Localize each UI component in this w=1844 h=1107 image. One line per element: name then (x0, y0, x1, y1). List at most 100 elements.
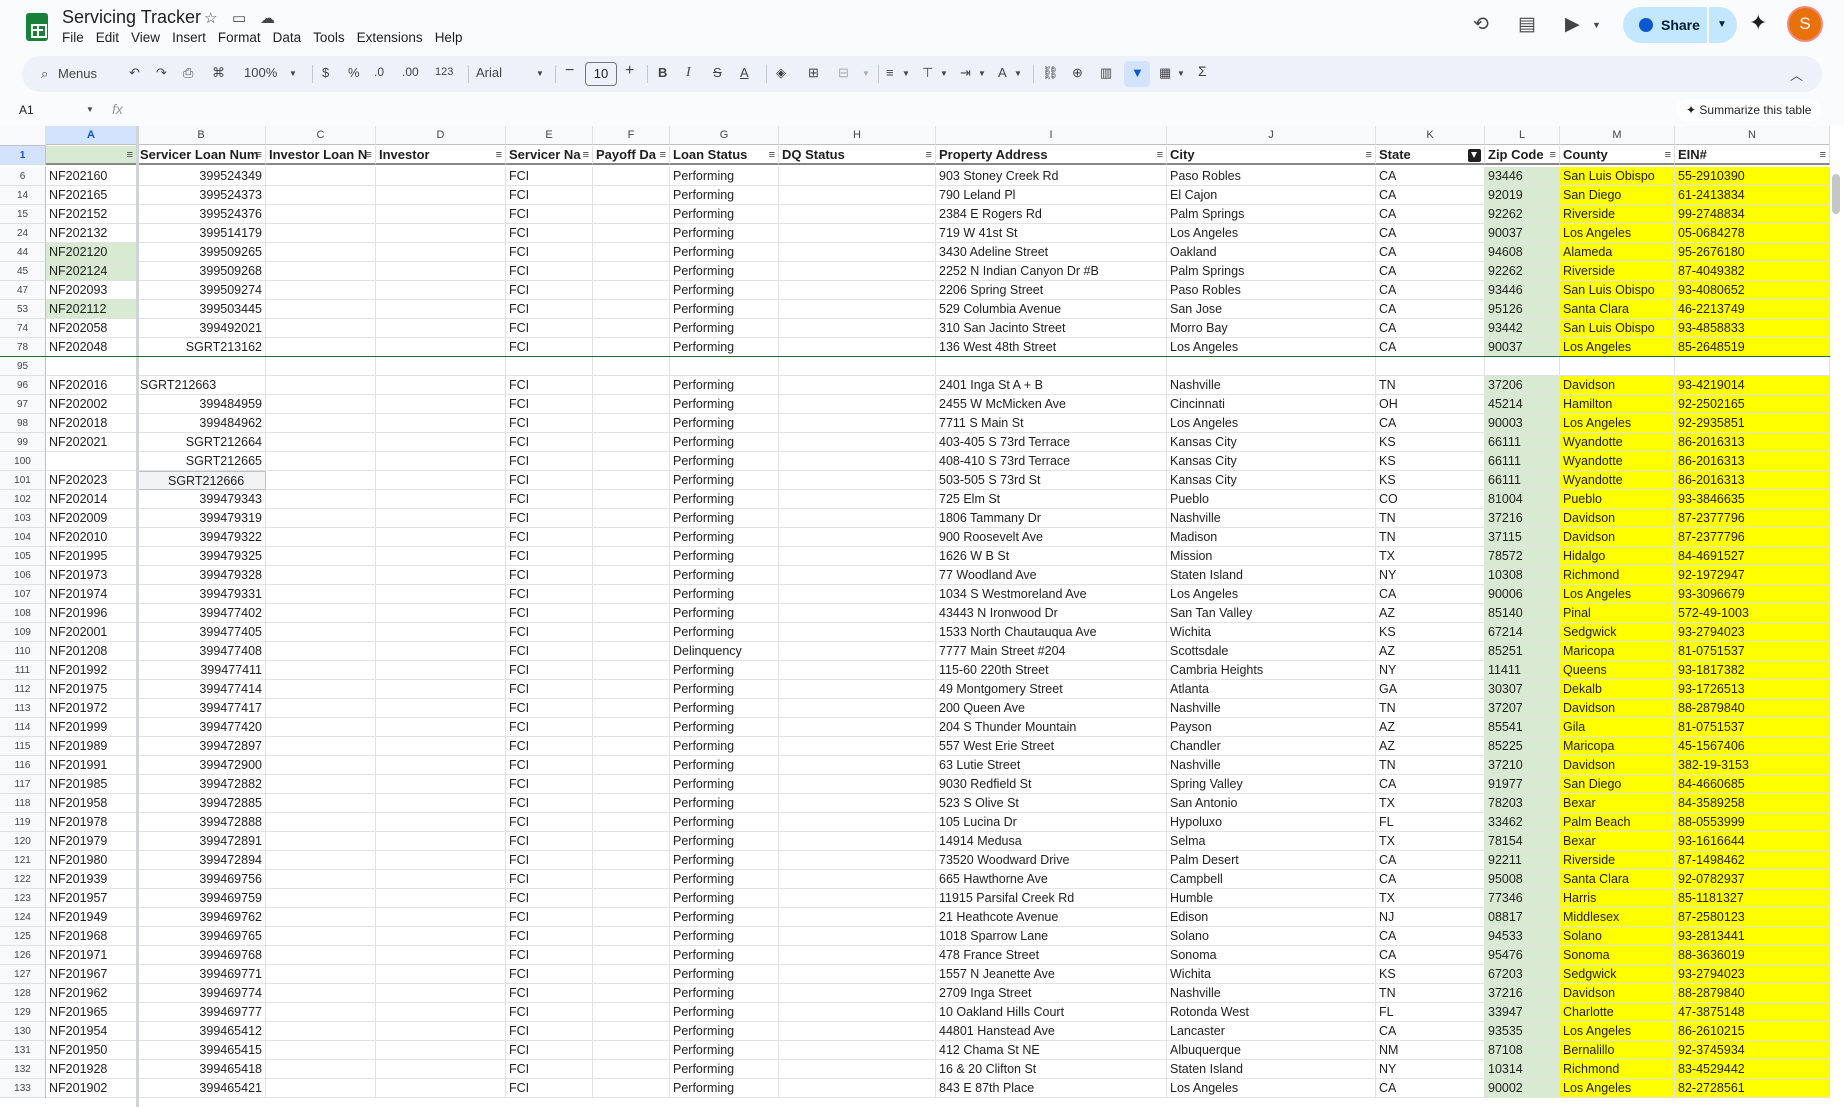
spreadsheet-grid[interactable]: ABCDEFGHIJKLMN 1 ≡ Servicer Loan Num ≡ Inves… (0, 126, 1844, 1107)
table-cell[interactable] (593, 414, 670, 433)
table-cell[interactable]: FCI (506, 490, 593, 509)
table-cell[interactable] (593, 1060, 670, 1079)
table-cell[interactable]: TX (1376, 547, 1485, 566)
table-cell[interactable]: CA (1376, 167, 1485, 186)
table-cell[interactable]: Charlotte (1560, 1003, 1675, 1022)
table-cell[interactable] (266, 300, 376, 319)
table-cell[interactable]: Performing (670, 699, 779, 718)
table-cell[interactable]: TN (1376, 756, 1485, 775)
column-header-g[interactable]: G (670, 126, 779, 145)
table-cell[interactable] (266, 737, 376, 756)
table-cell[interactable]: NF201996 (46, 604, 137, 623)
row-header[interactable]: 103 (0, 509, 46, 528)
filter-button[interactable]: ▼ (1124, 61, 1150, 87)
header-cell[interactable]: Investor ≡ (376, 146, 506, 165)
table-cell[interactable] (593, 623, 670, 642)
table-cell[interactable]: FCI (506, 585, 593, 604)
table-cell[interactable]: 85140 (1485, 604, 1560, 623)
table-cell[interactable]: 92-2935851 (1675, 414, 1830, 433)
row-header[interactable]: 121 (0, 851, 46, 870)
row-header[interactable]: 126 (0, 946, 46, 965)
table-cell[interactable]: NF202093 (46, 281, 137, 300)
table-cell[interactable]: 44801 Hanstead Ave (936, 1022, 1167, 1041)
table-cell[interactable]: 37207 (1485, 699, 1560, 718)
table-cell[interactable]: 47-3875148 (1675, 1003, 1830, 1022)
row-header[interactable]: 128 (0, 984, 46, 1003)
table-cell[interactable]: Performing (670, 889, 779, 908)
table-cell[interactable] (376, 832, 506, 851)
table-cell[interactable]: Performing (670, 262, 779, 281)
table-cell[interactable] (266, 718, 376, 737)
table-cell[interactable]: Performing (670, 756, 779, 775)
table-cell[interactable]: CA (1376, 205, 1485, 224)
table-cell[interactable]: KS (1376, 623, 1485, 642)
table-cell[interactable]: FCI (506, 870, 593, 889)
menu-help[interactable]: Help (435, 29, 471, 47)
table-cell[interactable]: Pueblo (1167, 490, 1376, 509)
table-cell[interactable]: Nashville (1167, 984, 1376, 1003)
table-cell[interactable]: Davidson (1560, 509, 1675, 528)
menu-insert[interactable]: Insert (172, 29, 214, 47)
filter-icon[interactable]: ≡ (583, 146, 589, 163)
filter-icon[interactable]: ≡ (127, 146, 133, 163)
table-cell[interactable]: 399477402 (137, 604, 266, 623)
table-cell[interactable] (593, 300, 670, 319)
table-cell[interactable]: 90037 (1485, 338, 1560, 357)
table-cell[interactable] (137, 357, 266, 376)
table-cell[interactable]: CA (1376, 281, 1485, 300)
table-cell[interactable]: CA (1376, 946, 1485, 965)
table-cell[interactable]: FCI (506, 775, 593, 794)
table-cell[interactable] (593, 661, 670, 680)
row-header[interactable]: 24 (0, 224, 46, 243)
table-cell[interactable]: 78572 (1485, 547, 1560, 566)
table-cell[interactable]: 725 Elm St (936, 490, 1167, 509)
table-cell[interactable]: Santa Clara (1560, 300, 1675, 319)
table-cell[interactable]: Nashville (1167, 756, 1376, 775)
table-cell[interactable]: Performing (670, 1079, 779, 1098)
table-cell[interactable]: NF202023 (46, 471, 137, 490)
row-header[interactable]: 44 (0, 243, 46, 262)
table-cell[interactable]: San Diego (1560, 186, 1675, 205)
table-cell[interactable]: San Luis Obispo (1560, 319, 1675, 338)
table-cell[interactable]: 399509265 (137, 243, 266, 262)
table-cell[interactable]: 403-405 S 73rd Terrace (936, 433, 1167, 452)
table-cell[interactable] (376, 376, 506, 395)
header-cell[interactable]: State (1376, 146, 1485, 165)
row-header[interactable]: 101 (0, 471, 46, 490)
row-header[interactable]: 116 (0, 756, 46, 775)
table-cell[interactable] (376, 984, 506, 1003)
row-header[interactable]: 120 (0, 832, 46, 851)
table-cell[interactable]: FCI (506, 205, 593, 224)
table-cell[interactable] (266, 452, 376, 471)
table-cell[interactable] (779, 243, 936, 262)
zoom-select[interactable]: 100% (244, 65, 277, 80)
table-cell[interactable]: Performing (670, 319, 779, 338)
table-cell[interactable]: CA (1376, 224, 1485, 243)
table-cell[interactable]: NY (1376, 566, 1485, 585)
filter-views-icon[interactable]: ▦ (1159, 65, 1171, 81)
row-header[interactable]: 112 (0, 680, 46, 699)
table-cell[interactable]: 66111 (1485, 471, 1560, 490)
table-cell[interactable] (779, 376, 936, 395)
table-cell[interactable]: Performing (670, 585, 779, 604)
strikethrough-button[interactable]: S (713, 65, 722, 80)
table-cell[interactable]: 93-1726513 (1675, 680, 1830, 699)
table-cell[interactable] (376, 623, 506, 642)
table-cell[interactable] (376, 224, 506, 243)
table-cell[interactable]: CA (1376, 775, 1485, 794)
table-cell[interactable]: CA (1376, 870, 1485, 889)
decrease-font-size-icon[interactable]: − (565, 62, 574, 80)
row-header[interactable]: 97 (0, 395, 46, 414)
table-cell[interactable]: 412 Chama St NE (936, 1041, 1167, 1060)
table-cell[interactable] (593, 205, 670, 224)
table-cell[interactable]: NF201978 (46, 813, 137, 832)
table-cell[interactable]: Los Angeles (1167, 224, 1376, 243)
table-cell[interactable]: Pinal (1560, 604, 1675, 623)
decrease-decimal-button[interactable]: .0 (374, 65, 384, 79)
table-cell[interactable]: Performing (670, 984, 779, 1003)
table-cell[interactable] (266, 604, 376, 623)
table-cell[interactable]: Atlanta (1167, 680, 1376, 699)
table-cell[interactable]: Sonoma (1560, 946, 1675, 965)
table-cell[interactable] (593, 851, 670, 870)
table-cell[interactable]: 93535 (1485, 1022, 1560, 1041)
